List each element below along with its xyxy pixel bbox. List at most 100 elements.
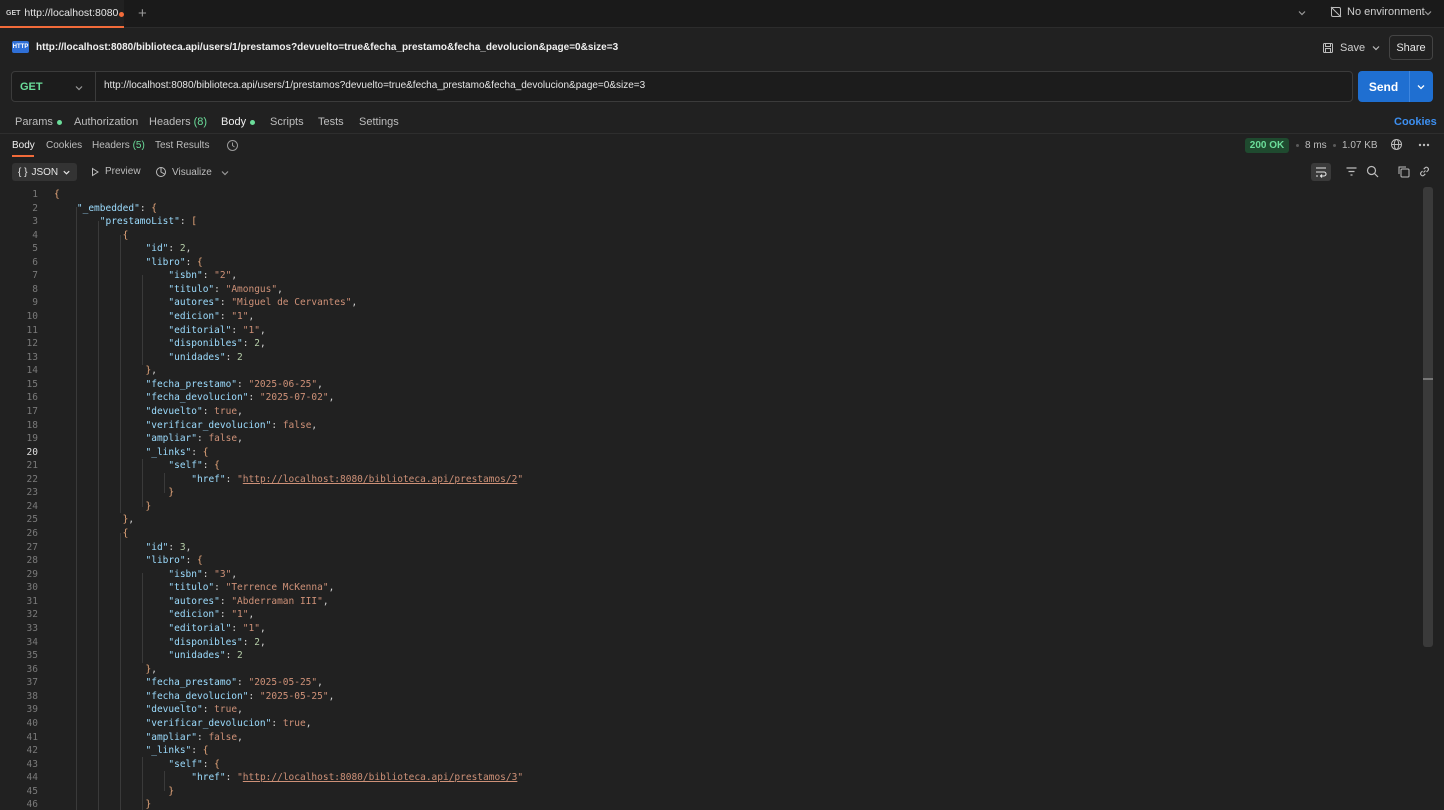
filter-icon[interactable]: [1345, 165, 1358, 178]
search-icon[interactable]: [1366, 165, 1379, 178]
code-line: "fecha_devolucion": "2025-05-25",: [145, 691, 335, 702]
code-line: "_links": {: [145, 447, 209, 458]
share-button[interactable]: Share: [1389, 35, 1433, 60]
more-options-icon[interactable]: [1418, 143, 1430, 147]
preview-label: Preview: [105, 166, 141, 177]
save-button[interactable]: Save: [1317, 36, 1383, 60]
response-time[interactable]: 8 ms: [1305, 140, 1327, 151]
line-number: 23: [26, 487, 38, 498]
copy-icon[interactable]: [1397, 165, 1410, 178]
line-number: 32: [26, 609, 38, 620]
tab-body[interactable]: Body: [221, 116, 256, 128]
body-active-dot: [250, 119, 256, 125]
chevron-down-icon[interactable]: [1297, 8, 1307, 18]
tab-headers[interactable]: Headers (8): [149, 116, 207, 128]
tab-settings[interactable]: Settings: [359, 116, 399, 128]
code-line: "titulo": "Terrence McKenna",: [168, 582, 335, 593]
cookies-link[interactable]: Cookies: [1394, 116, 1437, 128]
tab-authorization[interactable]: Authorization: [74, 116, 138, 128]
response-tab-test-results[interactable]: Test Results: [155, 140, 209, 151]
play-icon: [90, 167, 100, 177]
code-line: "unidades": 2: [168, 352, 243, 363]
link-icon[interactable]: [1418, 165, 1431, 178]
code-line: "edicion": "1",: [168, 311, 255, 322]
line-number: 46: [26, 799, 38, 810]
save-icon: [1322, 42, 1334, 54]
href-link[interactable]: http://localhost:8080/biblioteca.api/pre…: [243, 474, 518, 485]
environment-selector[interactable]: No environment: [1330, 6, 1425, 18]
response-tab-headers[interactable]: Headers (5): [92, 140, 145, 151]
save-label: Save: [1340, 42, 1366, 54]
tab-method: GET: [6, 9, 21, 17]
visualize-button[interactable]: Visualize: [155, 166, 212, 178]
code-line: }: [168, 487, 175, 498]
separator-dot: [1296, 144, 1299, 147]
code-line: }: [168, 786, 175, 797]
line-number: 39: [26, 704, 38, 715]
response-headers-label: Headers: [92, 140, 130, 151]
send-button[interactable]: Send: [1358, 71, 1409, 102]
visualize-label: Visualize: [172, 166, 212, 178]
send-chevron-icon[interactable]: [1416, 82, 1426, 92]
response-tab-cookies[interactable]: Cookies: [46, 140, 82, 151]
line-number: 8: [32, 284, 38, 295]
code-line: "disponibles": 2,: [168, 637, 266, 648]
code-line: "id": 3,: [145, 542, 192, 553]
wrap-lines-icon: [1316, 167, 1327, 178]
line-number: 14: [26, 365, 38, 376]
response-size[interactable]: 1.07 KB: [1342, 140, 1378, 151]
line-number: 6: [32, 257, 38, 268]
code-line: },: [122, 514, 135, 525]
code-line: "isbn": "2",: [168, 270, 238, 281]
send-split-divider: [1409, 71, 1410, 102]
response-headers-count: (5): [132, 140, 145, 151]
code-line: "_links": {: [145, 745, 209, 756]
code-line: "titulo": "Amongus",: [168, 284, 283, 295]
preview-button[interactable]: Preview: [90, 166, 141, 177]
url-input[interactable]: http://localhost:8080/biblioteca.api/use…: [104, 80, 645, 91]
status-badge[interactable]: 200 OK: [1245, 138, 1289, 153]
code-line: }: [145, 501, 152, 512]
visualize-chevron-icon[interactable]: [220, 168, 230, 178]
environment-chevron-icon[interactable]: [1423, 8, 1433, 18]
format-select[interactable]: { } JSON: [12, 163, 77, 181]
code-line: "disponibles": 2,: [168, 338, 266, 349]
line-number: 19: [26, 433, 38, 444]
request-name[interactable]: http://localhost:8080/biblioteca.api/use…: [36, 42, 618, 53]
tab-body-label: Body: [221, 116, 247, 128]
line-number: 25: [26, 514, 38, 525]
url-bar: GET http://localhost:8080/biblioteca.api…: [11, 71, 1353, 102]
tab-tests[interactable]: Tests: [318, 116, 344, 128]
code-line: "ampliar": false,: [145, 732, 243, 743]
line-number: 9: [32, 297, 38, 308]
line-number: 15: [26, 379, 38, 390]
tab-params[interactable]: Params: [15, 116, 62, 128]
method-chevron-icon[interactable]: [74, 83, 84, 93]
href-link[interactable]: http://localhost:8080/biblioteca.api/pre…: [243, 772, 518, 783]
braces-icon: { }: [18, 166, 28, 178]
save-chevron-icon[interactable]: [1371, 43, 1381, 53]
tab-scripts[interactable]: Scripts: [270, 116, 304, 128]
editor-scrollbar[interactable]: [1423, 187, 1433, 647]
response-tab-body[interactable]: Body: [12, 140, 35, 151]
line-number: 26: [26, 528, 38, 539]
globe-icon[interactable]: [1390, 138, 1403, 151]
code-line: "editorial": "1",: [168, 623, 266, 634]
code-line: },: [145, 664, 157, 675]
line-number: 27: [26, 542, 38, 553]
line-number: 40: [26, 718, 38, 729]
request-tab[interactable]: GET http://localhost:8080/bi: [0, 0, 124, 28]
new-tab-plus-icon[interactable]: +: [138, 6, 147, 21]
line-number: 7: [32, 270, 38, 281]
line-number: 43: [26, 759, 38, 770]
wrap-lines-button[interactable]: [1311, 163, 1331, 181]
history-icon[interactable]: [226, 139, 239, 152]
line-number: 17: [26, 406, 38, 417]
code-line: {: [54, 189, 60, 200]
line-number: 18: [26, 420, 38, 431]
response-body-editor[interactable]: 1 2 3 4 5 6 7 8 9 10 11 12 13 14 15 16 1…: [0, 187, 1422, 810]
line-number: 33: [26, 623, 38, 634]
scrollbar-marker: [1423, 378, 1433, 380]
line-number: 30: [26, 582, 38, 593]
params-active-dot: [56, 119, 62, 125]
